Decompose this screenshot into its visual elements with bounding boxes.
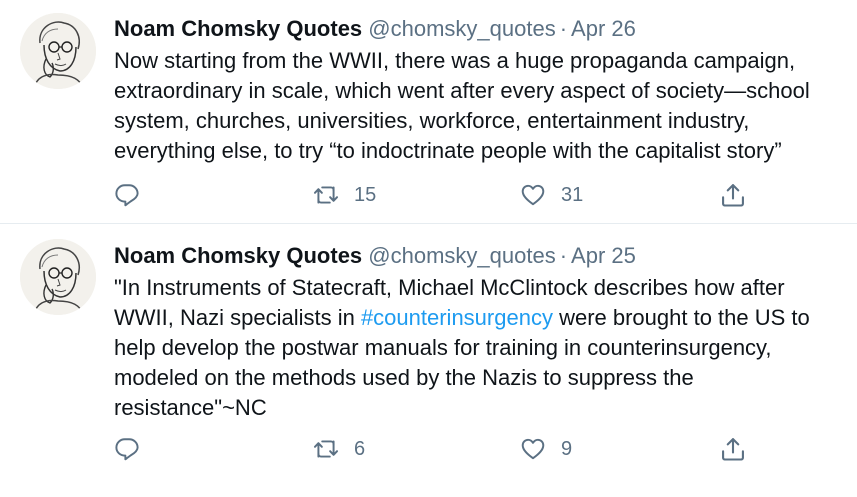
tweet-header: Noam Chomsky Quotes @chomsky_quotes · Apr … [114,14,837,44]
like-count: 9 [561,437,573,460]
tweet-actions: 15 31 [114,180,764,210]
author-handle[interactable]: @chomsky_quotes [368,243,555,268]
portrait-sketch-icon [20,239,96,315]
tweet-actions: 6 9 [114,434,764,464]
tweet-date[interactable]: Apr 25 [571,243,636,268]
tweet-text: "In Instruments of Statecraft, Michael M… [114,273,837,423]
retweet-button[interactable]: 6 [312,434,365,464]
share-button[interactable] [719,180,747,210]
tweet-header: Noam Chomsky Quotes @chomsky_quotes · Apr … [114,241,837,271]
reply-button[interactable] [114,434,140,464]
author-handle[interactable]: @chomsky_quotes [368,16,555,41]
retweet-icon [313,440,339,458]
share-icon [722,184,744,207]
heart-icon [521,438,545,460]
heart-icon [521,184,545,206]
tweet[interactable]: Noam Chomsky Quotes @chomsky_quotes · Apr … [0,0,857,224]
separator-dot: · [559,16,568,41]
portrait-sketch-icon [20,13,96,89]
retweet-icon [313,186,339,204]
reply-icon [115,184,139,207]
like-count: 31 [561,183,584,206]
tweet-date[interactable]: Apr 26 [571,16,636,41]
separator-dot: · [559,243,568,268]
tweet[interactable]: Noam Chomsky Quotes @chomsky_quotes · Apr … [0,224,857,497]
like-button[interactable]: 9 [519,434,572,464]
author-name[interactable]: Noam Chomsky Quotes [114,243,362,268]
hashtag-link[interactable]: #counterinsurgency [361,305,553,330]
like-button[interactable]: 31 [519,180,583,210]
share-button[interactable] [719,434,747,464]
tweet-content: Noam Chomsky Quotes @chomsky_quotes · Apr … [114,241,837,423]
avatar[interactable] [20,239,96,315]
tweet-text: Now starting from the WWII, there was a … [114,48,810,163]
reply-button[interactable] [114,180,140,210]
retweet-count: 15 [354,183,377,206]
tweet-content: Noam Chomsky Quotes @chomsky_quotes · Apr … [114,14,837,166]
reply-icon [115,438,139,461]
author-name[interactable]: Noam Chomsky Quotes [114,16,362,41]
avatar[interactable] [20,13,96,89]
retweet-button[interactable]: 15 [312,180,376,210]
retweet-count: 6 [354,437,366,460]
share-icon [722,438,744,461]
